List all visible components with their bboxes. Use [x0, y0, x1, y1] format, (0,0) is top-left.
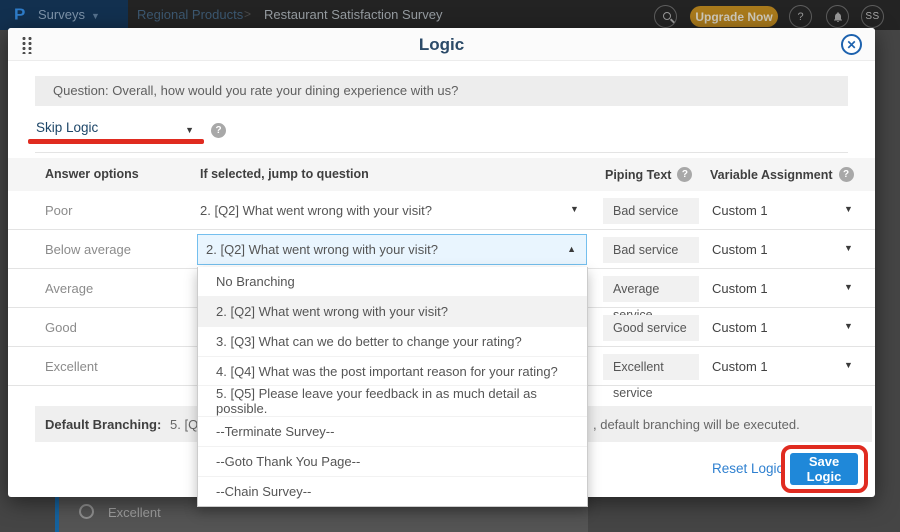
piping-text-input[interactable]: Bad service	[603, 237, 699, 263]
answer-option-label: Poor	[45, 203, 72, 218]
dropdown-option-q3[interactable]: 3. [Q3] What can we do better to change …	[198, 327, 587, 357]
variable-select-value[interactable]: Custom 1	[712, 359, 768, 374]
help-button[interactable]: ?	[789, 5, 812, 28]
answer-option-label: Good	[45, 320, 77, 335]
variable-select-value[interactable]: Custom 1	[712, 242, 768, 257]
dropdown-option-terminate-survey[interactable]: --Terminate Survey--	[198, 417, 587, 447]
variable-help-icon[interactable]: ?	[839, 167, 854, 182]
dropdown-option-q2[interactable]: 2. [Q2] What went wrong with your visit?	[198, 297, 587, 327]
chevron-up-icon: ▲	[567, 235, 576, 264]
piping-text-input[interactable]: Excellent service	[603, 354, 699, 380]
background-radio-label: Excellent	[108, 505, 161, 520]
dropdown-option-chain-survey[interactable]: --Chain Survey--	[198, 477, 587, 506]
column-header-jump: If selected, jump to question	[200, 167, 369, 181]
piping-help-icon[interactable]: ?	[677, 167, 692, 182]
variable-select-value[interactable]: Custom 1	[712, 203, 768, 218]
dropdown-option-q4[interactable]: 4. [Q4] What was the post important reas…	[198, 357, 587, 387]
dropdown-option-no-branching[interactable]: No Branching	[198, 267, 587, 297]
notifications-button[interactable]	[826, 5, 849, 28]
chevron-down-icon[interactable]: ▼	[844, 360, 853, 370]
chevron-down-icon[interactable]: ▼	[844, 321, 853, 331]
answer-option-label: Below average	[45, 242, 131, 257]
help-icon: ?	[797, 11, 803, 23]
chevron-down-icon: ▼	[185, 125, 194, 135]
search-icon	[663, 12, 671, 20]
breadcrumb-parent[interactable]: Regional Products	[137, 7, 243, 22]
top-navigation-bar: P Surveys ▼ Regional Products > Restauran…	[0, 0, 900, 30]
reset-logic-link[interactable]: Reset Logic	[712, 461, 783, 476]
answer-option-label: Excellent	[45, 359, 98, 374]
dropdown-option-goto-thank-you[interactable]: --Goto Thank You Page--	[198, 447, 587, 477]
chevron-down-icon[interactable]: ▼	[844, 204, 853, 214]
chevron-down-icon[interactable]: ▼	[570, 204, 579, 214]
close-icon[interactable]: ✕	[841, 34, 862, 55]
question-context-bar: Question: Overall, how would you rate yo…	[35, 76, 848, 106]
chevron-down-icon[interactable]: ▼	[844, 282, 853, 292]
piping-text-input[interactable]: Bad service	[603, 198, 699, 224]
dropdown-option-q5[interactable]: 5. [Q5] Please leave your feedback in as…	[198, 386, 587, 417]
default-branching-label: Default Branching:	[45, 417, 161, 432]
logic-table-header: Answer options If selected, jump to ques…	[8, 158, 875, 191]
table-row-below-average: Below average 2. [Q2] What went wrong wi…	[8, 230, 875, 269]
variable-assignment-label: Variable Assignment	[710, 168, 833, 182]
variable-select-value[interactable]: Custom 1	[712, 320, 768, 335]
column-header-answer-options: Answer options	[45, 167, 139, 181]
answer-option-label: Average	[45, 281, 93, 296]
modal-title: Logic	[8, 35, 875, 55]
user-avatar[interactable]: SS	[861, 5, 884, 28]
default-branching-note: , default branching will be executed.	[593, 417, 800, 432]
nav-surveys-label: Surveys	[38, 7, 85, 22]
modal-header: Logic ✕	[8, 28, 875, 61]
variable-select-value[interactable]: Custom 1	[712, 281, 768, 296]
page: P Surveys ▼ Regional Products > Restauran…	[0, 0, 900, 532]
annotation-red-underline	[28, 139, 204, 144]
upgrade-now-button[interactable]: Upgrade Now	[690, 6, 778, 27]
chevron-down-icon: ▼	[91, 11, 100, 21]
background-radio-excellent	[79, 504, 94, 519]
breadcrumb-current: Restaurant Satisfaction Survey	[264, 7, 442, 22]
logic-type-value: Skip Logic	[36, 120, 98, 135]
piping-text-input[interactable]: Good service	[603, 315, 699, 341]
app-logo: P	[14, 6, 25, 24]
jump-question-dropdown-panel: No Branching 2. [Q2] What went wrong wit…	[197, 267, 588, 507]
column-header-piping-text: Piping Text?	[605, 167, 692, 182]
logic-help-icon[interactable]: ?	[211, 123, 226, 138]
background-question-accent-bar	[55, 497, 59, 532]
breadcrumb-separator: >	[244, 7, 251, 21]
bell-icon	[832, 11, 844, 23]
table-row-poor: Poor 2. [Q2] What went wrong with your v…	[8, 191, 875, 230]
column-header-variable-assignment: Variable Assignment?	[710, 167, 854, 182]
divider	[35, 152, 848, 153]
search-button[interactable]	[654, 5, 677, 28]
jump-question-select[interactable]: 2. [Q2] What went wrong with your visit?	[200, 203, 432, 218]
nav-surveys-menu[interactable]: Surveys ▼	[38, 7, 100, 22]
piping-text-label: Piping Text	[605, 168, 671, 182]
combobox-value: 2. [Q2] What went wrong with your visit?	[206, 242, 438, 257]
piping-text-input[interactable]: Average service	[603, 276, 699, 302]
jump-question-combobox-open[interactable]: 2. [Q2] What went wrong with your visit?…	[197, 234, 587, 265]
chevron-down-icon[interactable]: ▼	[844, 243, 853, 253]
annotation-red-box	[781, 445, 868, 493]
